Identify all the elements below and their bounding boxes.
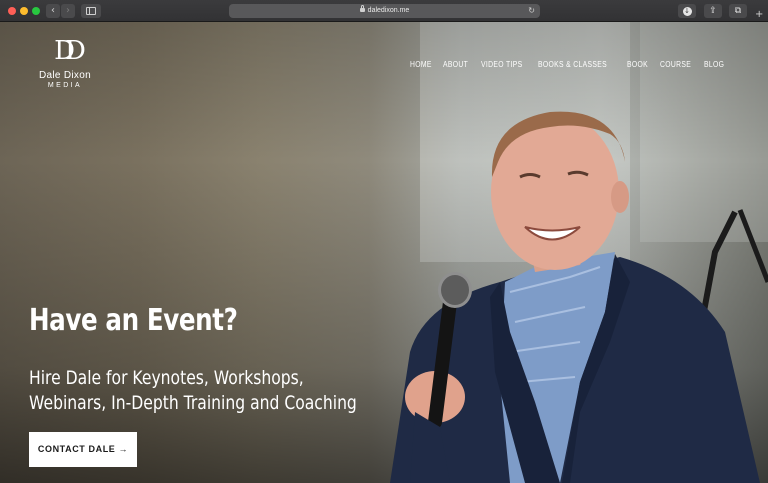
hero-headline: Have an Event? bbox=[29, 303, 238, 338]
sidebar-toggle-icon[interactable] bbox=[81, 4, 101, 18]
minimize-window-button[interactable] bbox=[20, 7, 28, 15]
hero-section: DD Dale Dixon MEDIA HOME ABOUT VIDEO TIP… bbox=[0, 22, 768, 483]
nav-about[interactable]: ABOUT bbox=[443, 60, 468, 69]
hero-subheadline-line-1: Hire Dale for Keynotes, Workshops, bbox=[29, 367, 304, 389]
back-arrow-icon[interactable]: ‹ bbox=[46, 4, 60, 18]
address-bar[interactable]: daledixon.me ↻ bbox=[229, 4, 540, 18]
nav-books-classes[interactable]: BOOKS & CLASSES bbox=[538, 60, 607, 69]
reload-icon[interactable]: ↻ bbox=[528, 4, 535, 18]
site-logo[interactable]: DD Dale Dixon MEDIA bbox=[28, 36, 102, 89]
share-icon[interactable]: ⇪ bbox=[704, 4, 722, 18]
nav-home[interactable]: HOME bbox=[410, 60, 432, 69]
lock-icon bbox=[359, 5, 365, 12]
speaker-photo bbox=[390, 111, 768, 483]
close-window-button[interactable] bbox=[8, 7, 16, 15]
browser-toolbar: ‹ › daledixon.me ↻ ↓ ⇪ ⧉ + bbox=[0, 0, 768, 22]
logo-mark: DD bbox=[54, 36, 86, 66]
address-bar-url: daledixon.me bbox=[367, 7, 410, 14]
hero-subheadline: Hire Dale for Keynotes, Workshops, Webin… bbox=[29, 366, 373, 416]
nav-course[interactable]: COURSE bbox=[660, 60, 691, 69]
logo-subtitle: MEDIA bbox=[47, 82, 83, 89]
logo-name: Dale Dixon bbox=[39, 70, 91, 81]
nav-book[interactable]: BOOK bbox=[627, 60, 648, 69]
main-navigation: HOME ABOUT VIDEO TIPS BOOKS & CLASSES BO… bbox=[410, 60, 728, 69]
new-tab-icon[interactable]: + bbox=[755, 9, 763, 20]
nav-video-tips[interactable]: VIDEO TIPS bbox=[481, 60, 522, 69]
contact-dale-button[interactable]: CONTACT DALE → bbox=[29, 432, 137, 467]
tab-overview-icon[interactable]: ⧉ bbox=[729, 4, 747, 18]
nav-blog[interactable]: BLOG bbox=[704, 60, 724, 69]
download-icon[interactable]: ↓ bbox=[678, 4, 696, 18]
zoom-window-button[interactable] bbox=[32, 7, 40, 15]
forward-arrow-icon[interactable]: › bbox=[61, 4, 75, 18]
hero-subheadline-line-2: Webinars, In-Depth Training and Coaching bbox=[29, 392, 357, 414]
